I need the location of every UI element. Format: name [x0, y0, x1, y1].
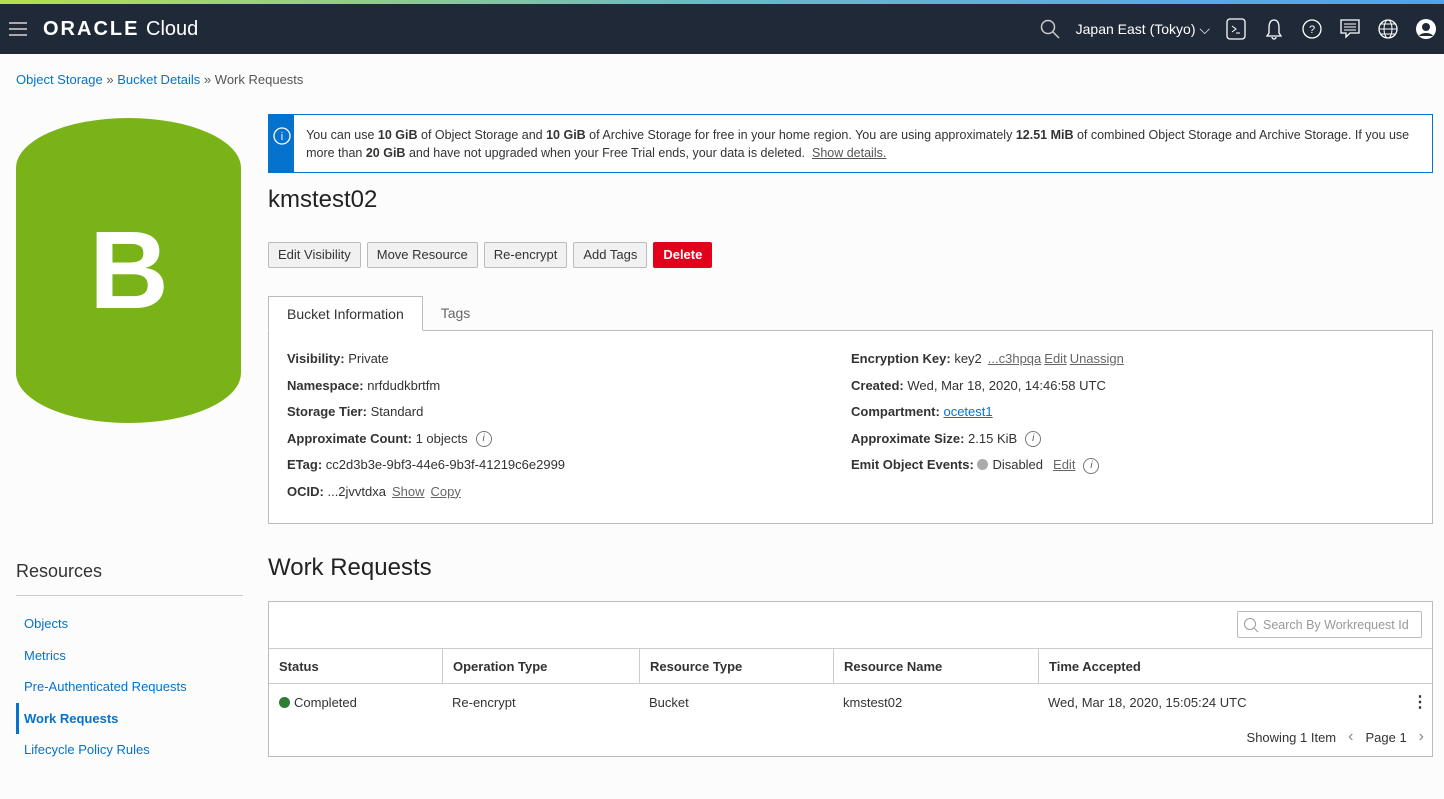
region-selector[interactable]: Japan East (Tokyo) ⌵ [1076, 21, 1210, 38]
column-header-resource-name[interactable]: Resource Name [833, 649, 1038, 683]
delete-button[interactable]: Delete [653, 242, 713, 268]
page-title: kmstest02 [268, 186, 378, 213]
approximate-size-field: Approximate Size: 2.15 KiB i [851, 431, 1124, 458]
info-icon: i [272, 127, 291, 145]
svg-text:?: ? [1309, 24, 1315, 36]
tab-tags[interactable]: Tags [423, 296, 489, 331]
resource-name-cell: kmstest02 [843, 694, 903, 710]
bell-icon[interactable] [1262, 17, 1286, 41]
info-icon[interactable]: i [475, 431, 492, 448]
add-tags-button[interactable]: Add Tags [573, 242, 648, 268]
column-header-operation-type[interactable]: Operation Type [442, 649, 639, 683]
showing-count: Showing 1 Item [1246, 729, 1337, 745]
breadcrumb-separator: » [106, 72, 114, 87]
previous-page-icon[interactable]: ‹ [1348, 728, 1353, 746]
move-resource-button[interactable]: Move Resource [366, 242, 478, 268]
encryption-key-link[interactable]: ...c3hpqa [988, 351, 1042, 366]
encryption-key-field: Encryption Key: key2 ...c3hpqa Edit Unassig… [851, 351, 1124, 366]
resources-menu: Objects Metrics Pre-Authenticated Reques… [16, 608, 187, 766]
etag-field: ETag: cc2d3b3e-9bf3-44e6-9b3f-41219c6e29… [287, 457, 566, 472]
storage-tier-field: Storage Tier: Standard [287, 404, 424, 419]
ocid-field: OCID: ...2jvvtdxa Show Copy [287, 483, 461, 499]
oracle-cloud-logo[interactable]: ORACLE Cloud [43, 18, 198, 41]
breadcrumb-current: Work Requests [214, 72, 304, 87]
ocid-show-link[interactable]: Show [392, 484, 425, 499]
sidebar-item-work-requests[interactable]: Work Requests [16, 702, 187, 734]
re-encrypt-button[interactable]: Re-encrypt [483, 242, 568, 268]
show-details-link[interactable]: Show details. [812, 146, 886, 160]
tab-bucket-information[interactable]: Bucket Information [268, 296, 423, 331]
time-accepted-cell: Wed, Mar 18, 2020, 15:05:24 UTC [1048, 694, 1247, 710]
svg-text:i: i [280, 131, 282, 143]
breadcrumb-separator: » [203, 72, 212, 87]
search-input[interactable]: Search By Workrequest Id [1237, 611, 1422, 638]
breadcrumb-bucket-details[interactable]: Bucket Details [117, 72, 200, 87]
completed-status-dot [279, 696, 290, 708]
ocid-copy-link[interactable]: Copy [431, 484, 461, 499]
info-icon[interactable]: i [1025, 431, 1042, 448]
disabled-status-dot [977, 459, 989, 470]
sidebar-item-objects[interactable]: Objects [16, 608, 187, 640]
compartment-link[interactable]: ocetest1 [943, 404, 992, 419]
encryption-key-edit-link[interactable]: Edit [1044, 351, 1066, 366]
logo-product: Cloud [146, 17, 199, 40]
work-requests-table: Search By Workrequest Id Status Operatio… [268, 601, 1433, 757]
search-icon[interactable] [1038, 17, 1062, 41]
row-actions-menu-icon[interactable]: ⋮ [1412, 692, 1432, 712]
edit-visibility-button[interactable]: Edit Visibility [268, 242, 361, 268]
bucket-icon: B [16, 118, 241, 423]
sidebar-item-pre-authenticated-requests[interactable]: Pre-Authenticated Requests [16, 671, 187, 703]
next-page-icon[interactable]: › [1419, 728, 1424, 746]
created-field: Created: Wed, Mar 18, 2020, 14:46:58 UTC [851, 377, 1106, 393]
resources-title: Resources [16, 561, 103, 581]
namespace-field: Namespace: nrfdudkbrtfm [287, 377, 441, 393]
sidebar-item-metrics[interactable]: Metrics [16, 640, 187, 672]
globe-icon[interactable] [1376, 17, 1400, 41]
table-header: Status Operation Type Resource Type Reso… [269, 648, 1432, 684]
sidebar-item-lifecycle-policy-rules[interactable]: Lifecycle Policy Rules [16, 734, 187, 766]
table-row[interactable]: Completed Re-encrypt Bucket kmstest02 We… [269, 684, 1432, 720]
operation-type-cell: Re-encrypt [452, 694, 516, 710]
approximate-count-field: Approximate Count: 1 objects i [287, 431, 565, 458]
svg-text:B: B [89, 209, 168, 332]
search-icon [1244, 617, 1259, 632]
cloud-shell-icon[interactable] [1224, 17, 1248, 41]
breadcrumb: Object Storage » Bucket Details » Work R… [16, 72, 303, 87]
info-icon[interactable]: i [1083, 457, 1100, 474]
top-nav: ORACLE Cloud Japan East (Tokyo) ⌵ ? [0, 4, 1444, 54]
page-indicator: Page 1 [1365, 729, 1407, 745]
column-header-resource-type[interactable]: Resource Type [639, 649, 833, 683]
region-label: Japan East (Tokyo) [1075, 20, 1196, 37]
compartment-field: Compartment: ocetest1 [851, 404, 993, 419]
encryption-key-unassign-link[interactable]: Unassign [1070, 351, 1124, 366]
chat-icon[interactable] [1338, 17, 1362, 41]
emit-object-events-field: Emit Object Events: Disabled Edit i [851, 457, 1124, 484]
logo-brand: ORACLE [43, 17, 140, 40]
column-header-time-accepted[interactable]: Time Accepted [1038, 649, 1432, 683]
column-header-status[interactable]: Status [269, 649, 442, 683]
resource-type-cell: Bucket [649, 694, 689, 710]
menu-icon[interactable] [9, 22, 27, 36]
work-requests-title: Work Requests [268, 554, 432, 581]
chevron-down-icon: ⌵ [1199, 20, 1210, 37]
help-icon[interactable]: ? [1300, 17, 1324, 41]
free-tier-info-banner: i You can use 10 GiB of Object Storage a… [268, 114, 1433, 173]
search-placeholder: Search By Workrequest Id [1263, 617, 1409, 632]
visibility-field: Visibility: Private [287, 351, 389, 366]
user-icon[interactable] [1414, 17, 1438, 41]
info-text: You can use 10 GiB of Object Storage and… [306, 128, 1410, 160]
emit-events-edit-link[interactable]: Edit [1053, 457, 1075, 472]
divider [16, 595, 243, 596]
breadcrumb-object-storage[interactable]: Object Storage [16, 72, 103, 87]
bucket-information-panel: Visibility: Private Namespace: nrfdudkbr… [268, 330, 1433, 524]
status-cell: Completed [269, 684, 442, 720]
